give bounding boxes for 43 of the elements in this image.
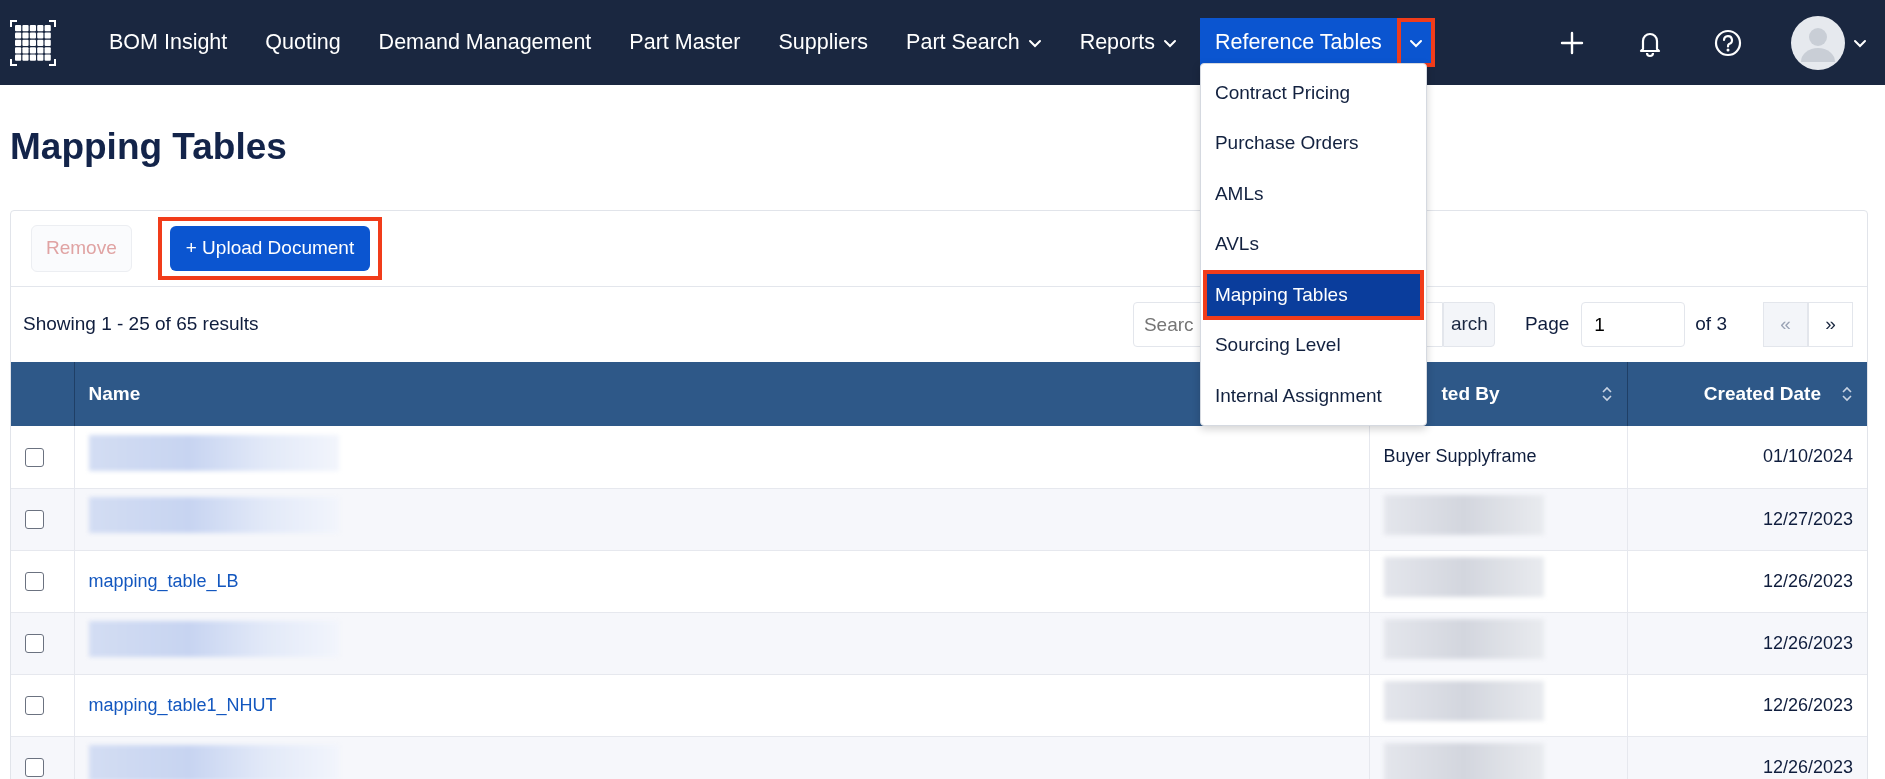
page-field[interactable]: 1	[1581, 302, 1686, 347]
row-checkbox[interactable]	[25, 634, 44, 654]
page-title: Mapping Tables	[10, 125, 287, 169]
menu-item[interactable]: AVLs	[1202, 219, 1424, 270]
nav-link[interactable]: Part Search	[891, 18, 1057, 67]
nav-link[interactable]: Demand Management	[363, 18, 607, 67]
table-cell: 12/26/2023	[1762, 570, 1853, 591]
nav-tab[interactable]: Reference Tables	[1199, 18, 1397, 67]
sort-icon	[1600, 385, 1613, 403]
nav-link[interactable]: Part Master	[614, 18, 756, 67]
avatar-icon[interactable]	[1791, 15, 1845, 70]
row-checkbox[interactable]	[25, 510, 44, 530]
table-cell: 01/10/2024	[1762, 446, 1853, 467]
help-icon[interactable]	[1713, 27, 1743, 58]
table-cell: 12/26/2023	[1762, 694, 1853, 715]
upload-button[interactable]: + Upload Document	[169, 226, 371, 271]
table-name-link[interactable]: mapping_table1_NHUT	[88, 694, 277, 715]
menu-item[interactable]: Sourcing Level	[1202, 320, 1424, 371]
next-page-button[interactable]: »	[1808, 302, 1853, 347]
nav-link[interactable]: Reports	[1064, 18, 1192, 67]
nav-link[interactable]: Quoting	[250, 18, 356, 67]
table-cell: Buyer Supplyframe	[1383, 446, 1537, 467]
menu-item[interactable]: Contract Pricing	[1202, 67, 1424, 119]
grid-logo-icon[interactable]	[10, 19, 56, 66]
menu-item[interactable]: Purchase Orders	[1202, 118, 1424, 169]
row-checkbox[interactable]	[25, 448, 44, 467]
row-checkbox[interactable]	[25, 758, 44, 778]
row-checkbox[interactable]	[25, 696, 44, 716]
nav-link[interactable]: BOM Insight	[94, 18, 243, 67]
table-cell: 12/26/2023	[1762, 756, 1853, 777]
page-total: of 3	[1695, 312, 1727, 337]
menu-item[interactable]: Mapping Tables	[1202, 269, 1424, 321]
menu-item[interactable]: Internal Assignment	[1202, 370, 1424, 422]
sort-icon	[1841, 385, 1853, 403]
results-summary: Showing 1 - 25 of 65 results	[23, 312, 259, 337]
row-checkbox[interactable]	[25, 572, 44, 592]
table-cell: 12/27/2023	[1762, 508, 1853, 529]
nav-link[interactable]: Suppliers	[763, 18, 884, 67]
menu-item[interactable]: AMLs	[1202, 168, 1424, 220]
search-button[interactable]: arch	[1442, 302, 1495, 347]
table-cell: 12/26/2023	[1762, 632, 1853, 653]
table-name-link[interactable]: mapping_table_LB	[88, 570, 239, 591]
page-label: Page	[1524, 312, 1570, 337]
